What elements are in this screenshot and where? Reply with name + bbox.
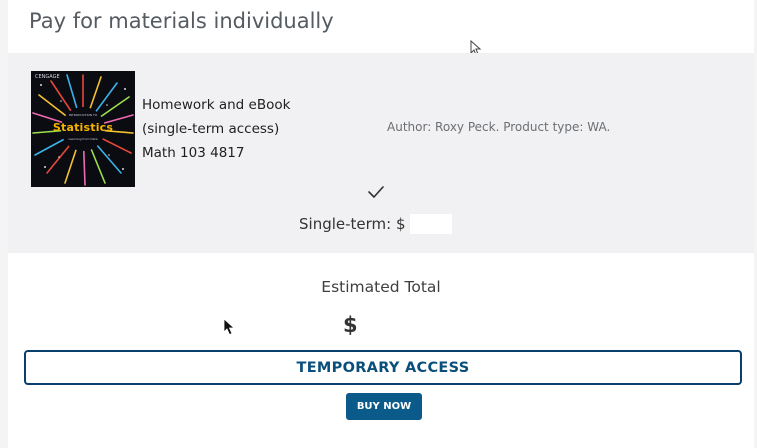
buy-now-button[interactable]: BUY NOW: [346, 393, 422, 420]
product-meta: Author: Roxy Peck. Product type: WA.: [387, 120, 611, 134]
book-cover-image: CENGAGE INTRODUCTION TO Statistics Learn…: [31, 71, 135, 187]
payment-card: Pay for materials individually CENGAGE I…: [8, 0, 754, 448]
check-icon: [368, 186, 384, 198]
product-name-line: Math 103 4817: [142, 145, 245, 161]
product-name-line: Homework and eBook: [142, 97, 291, 113]
cover-title: Statistics: [52, 121, 114, 134]
cover-subtitle: Learning from Data: [68, 137, 98, 141]
single-term-price: Single-term: $: [299, 215, 406, 233]
product-panel: CENGAGE INTRODUCTION TO Statistics Learn…: [8, 53, 754, 253]
section-title: Pay for materials individually: [29, 9, 334, 33]
mouse-pointer-icon: [223, 318, 236, 336]
temporary-access-button[interactable]: TEMPORARY ACCESS: [24, 350, 742, 385]
estimated-total-label: Estimated Total: [321, 278, 441, 296]
price-redaction: [410, 214, 452, 234]
cover-top-text: INTRODUCTION TO: [68, 113, 98, 117]
product-name: Homework and eBook (single-term access) …: [142, 93, 290, 165]
product-name-line: (single-term access): [142, 121, 280, 137]
cover-brand: CENGAGE: [35, 74, 60, 80]
estimated-total-value: $: [343, 313, 358, 337]
